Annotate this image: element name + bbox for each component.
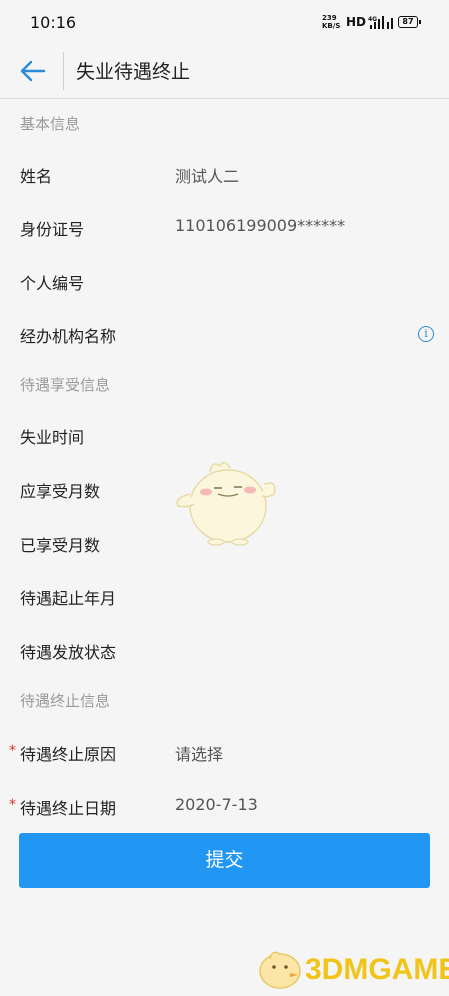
section-termination-info: 待遇终止信息 — [20, 692, 111, 710]
battery-icon: 87 — [398, 16, 421, 28]
section-basic-info: 基本信息 — [20, 115, 81, 133]
agency-name-label: 经办机构名称 — [20, 327, 117, 346]
status-bar: 10:16 239 KB/S HD 4G 87 — [0, 0, 449, 44]
termination-reason-select[interactable]: 请选择 — [175, 741, 223, 765]
required-mark: * — [9, 743, 16, 759]
signal-icon: 4G — [368, 16, 393, 29]
network-speed-value: 239 — [322, 14, 337, 22]
status-time: 10:16 — [30, 13, 77, 32]
personal-number-label: 个人编号 — [20, 274, 85, 293]
info-icon[interactable]: i — [418, 326, 434, 342]
header-divider — [63, 52, 64, 90]
used-months-label: 已享受月数 — [20, 536, 101, 555]
hd-indicator: HD — [346, 15, 367, 29]
submit-button[interactable]: 提交 — [19, 833, 430, 888]
network-speed: 239 KB/S — [322, 14, 340, 30]
id-number-value: 110106199009****** — [175, 216, 346, 235]
back-arrow-icon[interactable] — [16, 54, 50, 88]
section-benefit-info: 待遇享受信息 — [20, 376, 111, 394]
name-label: 姓名 — [20, 167, 53, 186]
page-title: 失业待遇终止 — [76, 61, 191, 83]
watermark-text: 3DMGAME — [305, 953, 449, 986]
id-number-label: 身份证号 — [20, 220, 85, 239]
svg-text:4G: 4G — [368, 16, 377, 23]
unemployment-time-label: 失业时间 — [20, 428, 85, 447]
termination-date-label: 待遇终止日期 — [20, 799, 117, 818]
termination-reason-label: 待遇终止原因 — [20, 745, 117, 764]
payout-status-label: 待遇发放状态 — [20, 643, 117, 662]
benefit-period-label: 待遇起止年月 — [20, 589, 117, 608]
mascot-icon — [176, 461, 276, 546]
due-months-label: 应享受月数 — [20, 482, 101, 501]
network-speed-unit: KB/S — [322, 22, 341, 30]
required-mark: * — [9, 797, 16, 813]
termination-date-picker[interactable]: 2020-7-13 — [175, 795, 258, 814]
name-value: 测试人二 — [175, 167, 240, 186]
app-header: 失业待遇终止 — [0, 44, 449, 99]
